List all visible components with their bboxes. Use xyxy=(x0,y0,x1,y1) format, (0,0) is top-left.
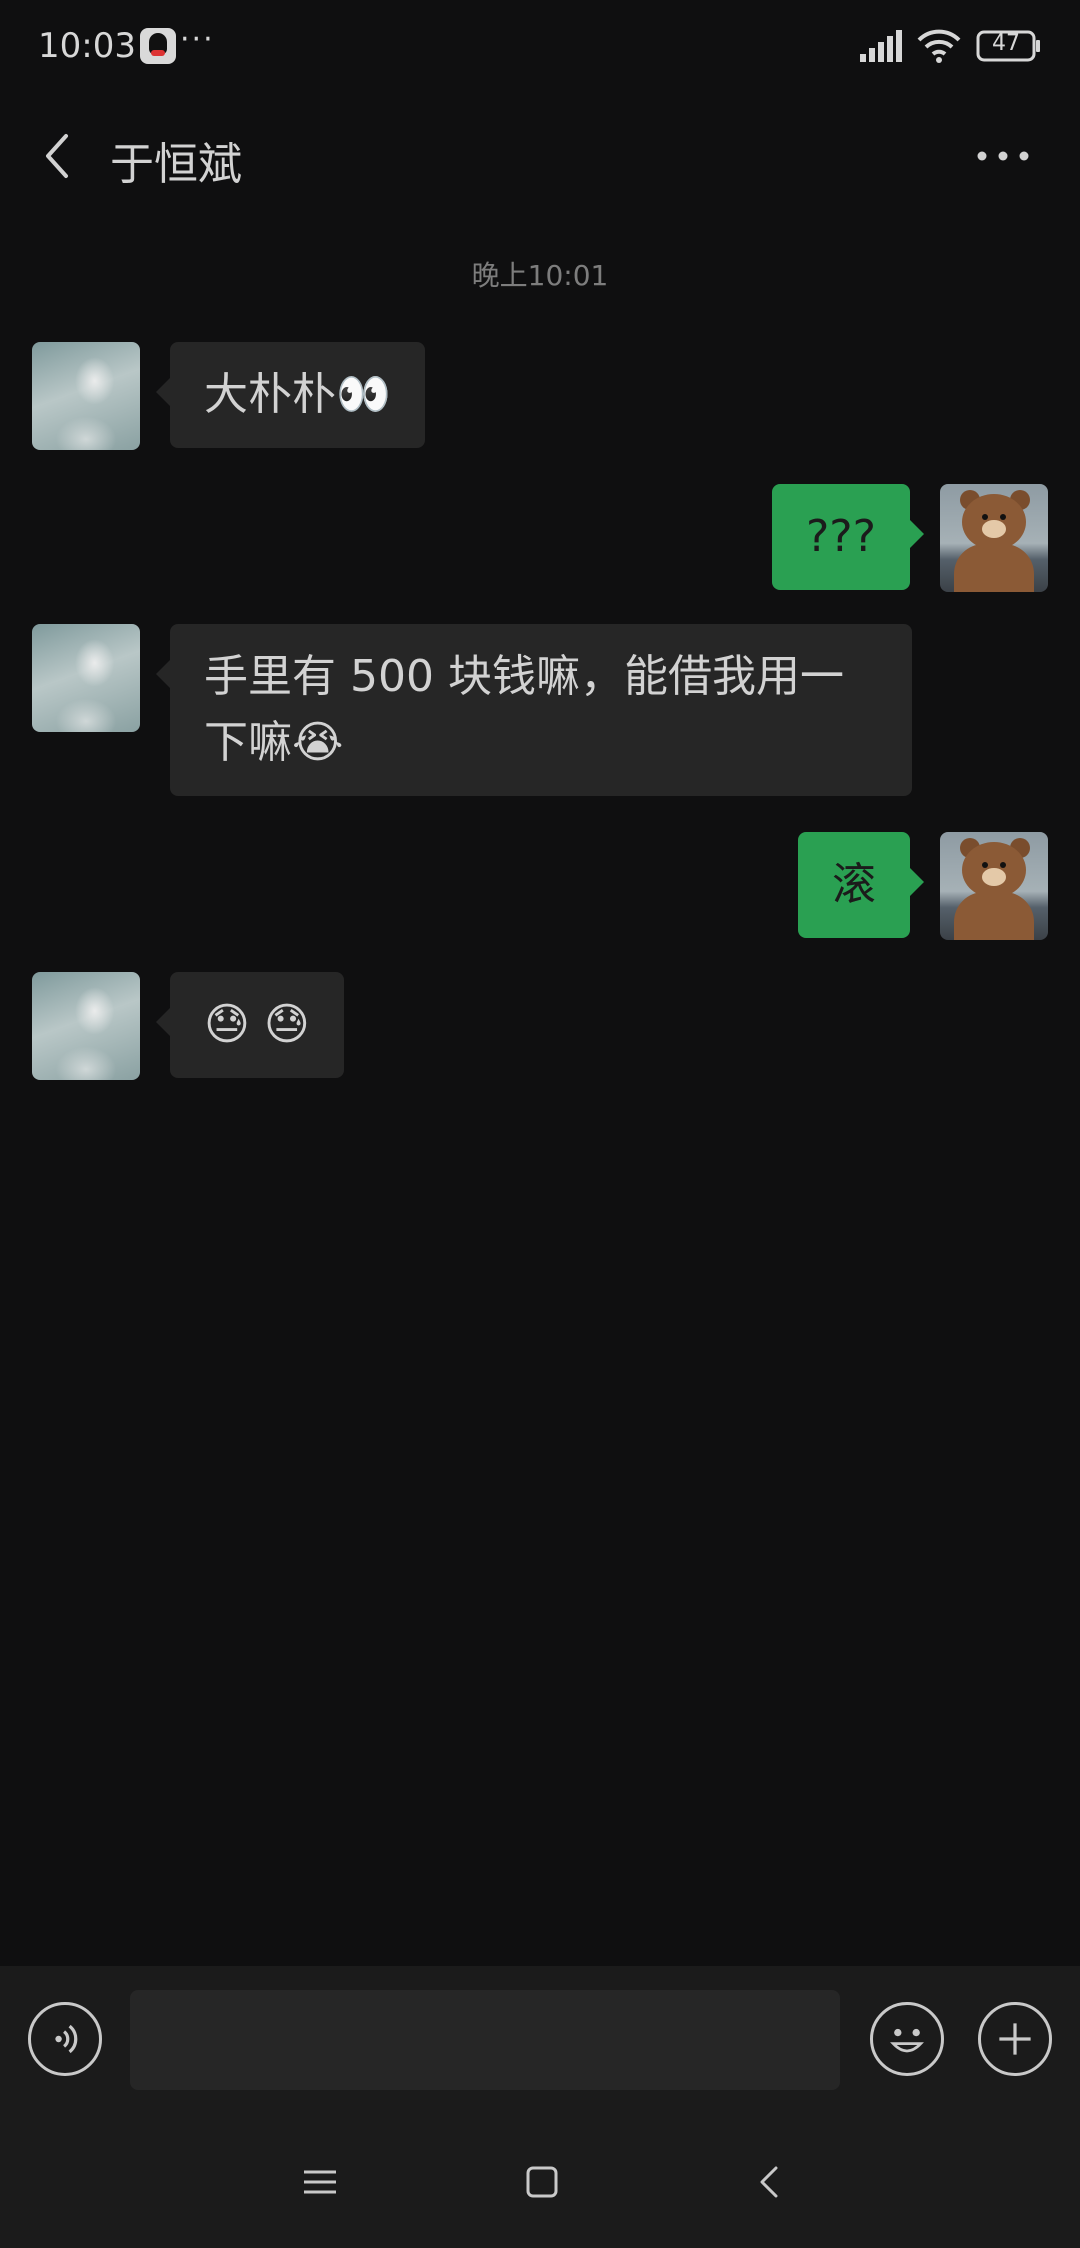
chat-screen: 10:03 ··· 47 于恒斌 晚上10:01 大朴朴👀 ??? 手里有 50… xyxy=(0,0,1080,2248)
home-button[interactable] xyxy=(512,2152,572,2212)
my-avatar[interactable] xyxy=(940,832,1048,940)
system-back-button[interactable] xyxy=(740,2152,800,2212)
contact-name: 于恒斌 xyxy=(110,139,242,190)
battery-level: 47 xyxy=(992,31,1020,56)
contact-avatar[interactable] xyxy=(32,972,140,1080)
contact-avatar[interactable] xyxy=(32,624,140,732)
message-input[interactable] xyxy=(130,1990,840,2090)
outgoing-message[interactable]: 滚 xyxy=(798,832,924,938)
contact-avatar[interactable] xyxy=(32,342,140,450)
status-time: 10:03 xyxy=(38,26,136,66)
qq-notification-icon xyxy=(140,28,176,64)
message-timestamp: 晚上10:01 xyxy=(471,259,609,292)
system-navigation-bar xyxy=(0,2112,1080,2248)
outgoing-message[interactable]: ??? xyxy=(771,484,925,590)
more-options-button[interactable] xyxy=(968,128,1038,184)
voice-input-button[interactable] xyxy=(28,2002,102,2076)
status-bar: 10:03 ··· 47 xyxy=(0,0,1080,96)
back-button[interactable] xyxy=(30,126,86,186)
incoming-message[interactable]: 大朴朴👀 xyxy=(156,342,425,448)
my-avatar[interactable] xyxy=(940,484,1048,592)
recent-apps-button[interactable] xyxy=(290,2152,350,2212)
more-functions-button[interactable] xyxy=(978,2002,1052,2076)
more-notifications-indicator: ··· xyxy=(180,22,215,57)
input-bar xyxy=(0,1966,1080,2112)
incoming-message[interactable]: 手里有 500 块钱嘛，能借我用一下嘛😭 xyxy=(156,624,912,796)
emoji-button[interactable] xyxy=(870,2002,944,2076)
wifi-icon xyxy=(917,29,961,63)
chat-header: 于恒斌 xyxy=(0,96,1080,214)
incoming-message[interactable]: 😓 😓 xyxy=(156,972,344,1078)
signal-icon xyxy=(860,30,902,62)
